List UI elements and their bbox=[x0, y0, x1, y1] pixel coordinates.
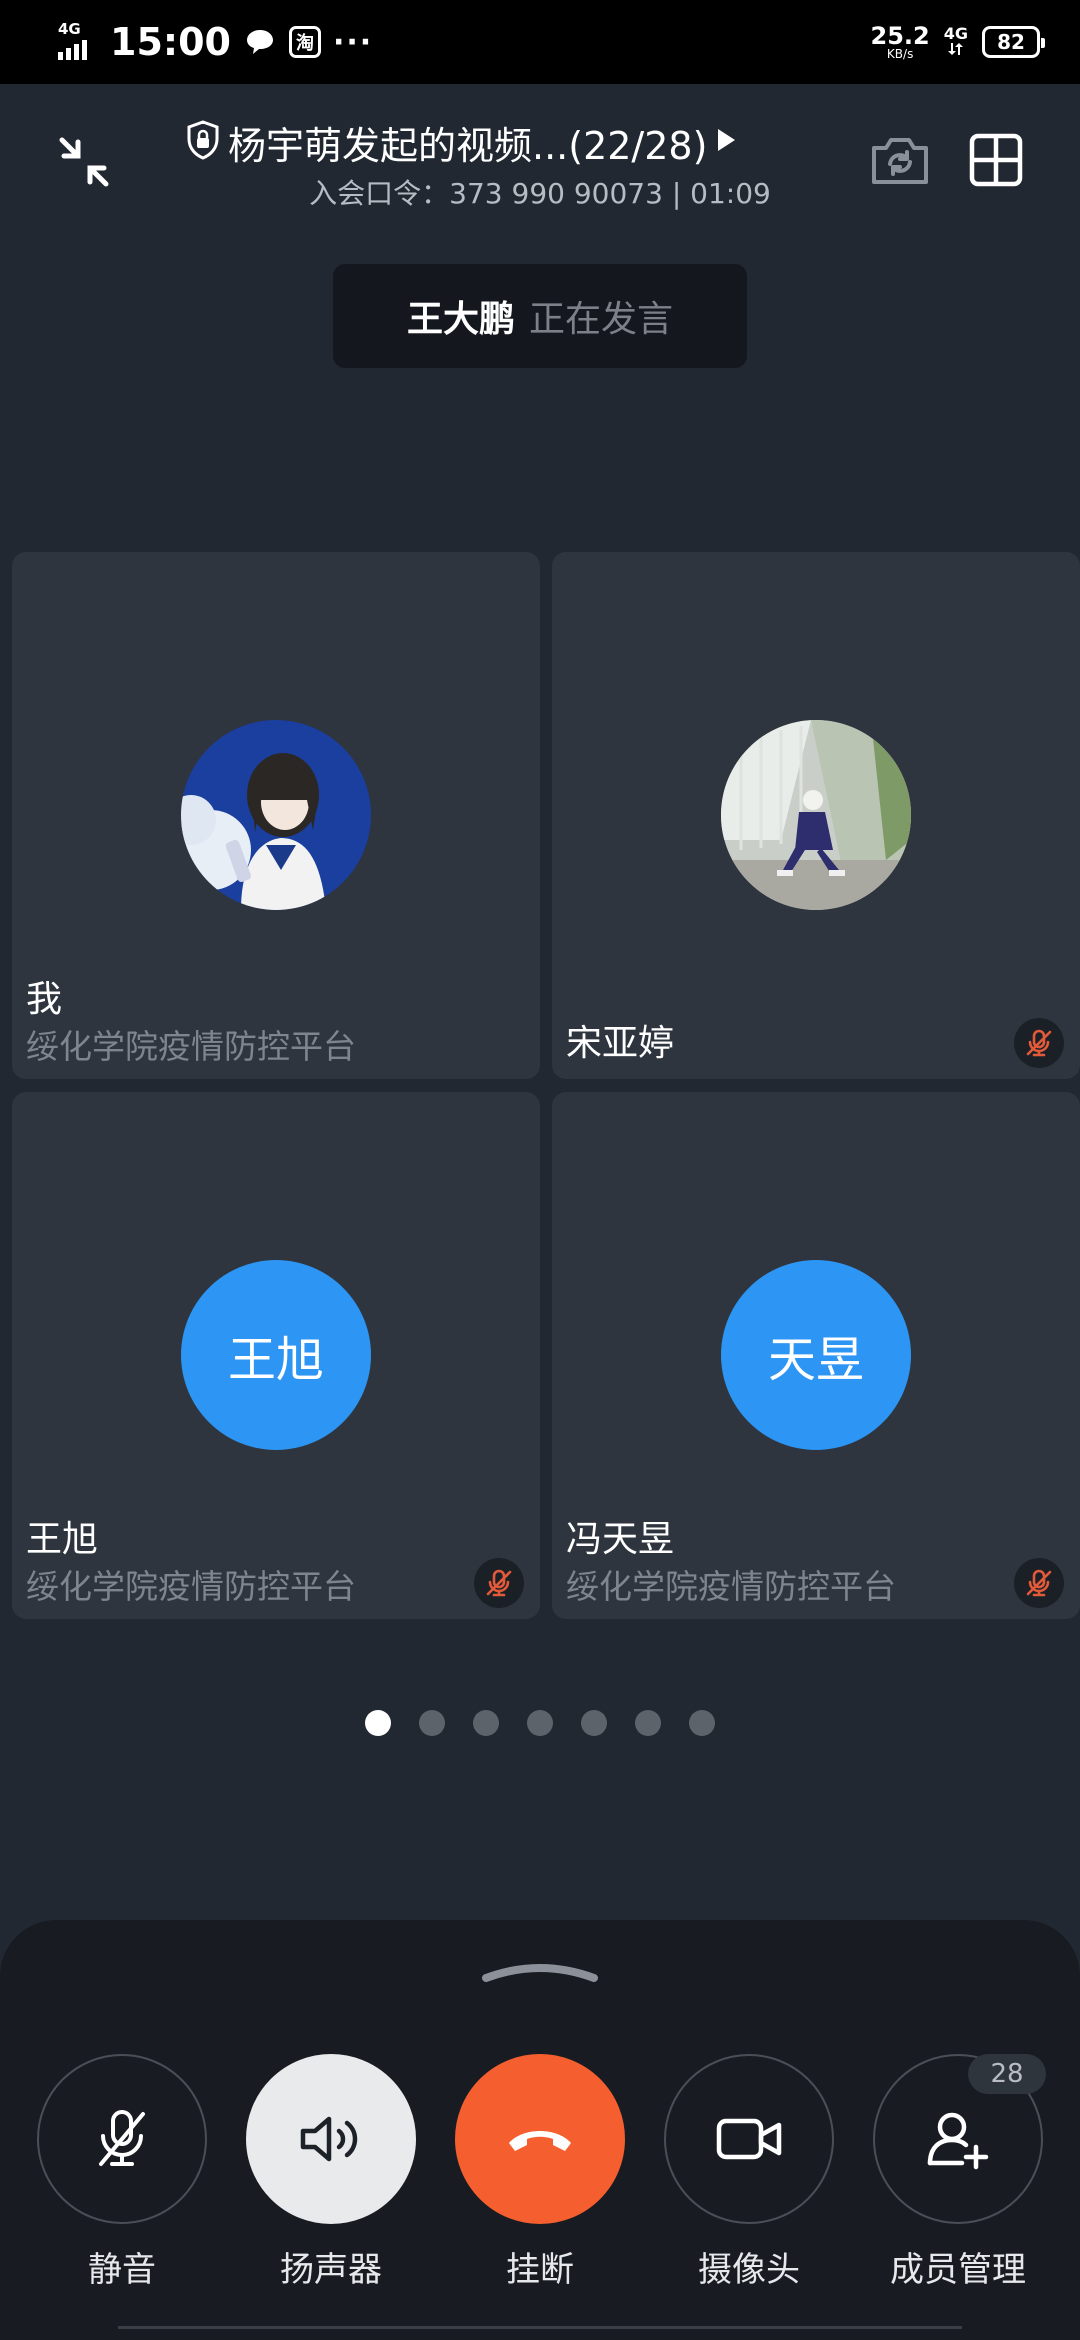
avatar: 王旭 bbox=[181, 1260, 371, 1450]
clock: 15:00 bbox=[110, 20, 231, 64]
page-dot[interactable] bbox=[689, 1710, 715, 1736]
speaker-icon bbox=[246, 2054, 416, 2224]
camera-button[interactable]: 摄像头 bbox=[664, 2054, 834, 2291]
active-speaker-banner: 王大鹏 正在发言 bbox=[333, 264, 747, 368]
grid-layout-icon[interactable] bbox=[964, 128, 1028, 192]
meeting-title: 杨宇萌发起的视频...(22/28) bbox=[228, 123, 708, 168]
mobile-data-icon: 4G bbox=[944, 26, 968, 58]
video-camera-icon bbox=[664, 2054, 834, 2224]
message-bubble-icon bbox=[243, 25, 277, 59]
participant-org: 绥化学院疫情防控平台 bbox=[566, 1567, 896, 1606]
participant-name: 宋亚婷 bbox=[566, 1023, 675, 1064]
mute-button[interactable]: 静音 bbox=[37, 2054, 207, 2291]
participant-name: 我 bbox=[26, 979, 63, 1020]
avatar bbox=[721, 720, 911, 910]
mic-muted-icon bbox=[474, 1558, 524, 1608]
battery-icon: 82 bbox=[982, 26, 1045, 58]
active-speaker-name: 王大鹏 bbox=[406, 299, 515, 340]
participant-org: 绥化学院疫情防控平台 bbox=[26, 1567, 356, 1606]
network-speed: 25.2 KB/s bbox=[870, 22, 930, 61]
camera-switch-icon[interactable] bbox=[868, 128, 932, 192]
status-bar: 4G 15:00 淘 ··· 25.2 KB/s 4G 82 bbox=[0, 0, 1080, 84]
participant-tile[interactable]: 宋亚婷 bbox=[552, 552, 1080, 1079]
page-dot[interactable] bbox=[581, 1710, 607, 1736]
participant-tile[interactable]: 王旭 王旭 绥化学院疫情防控平台 bbox=[12, 1092, 540, 1619]
home-indicator bbox=[118, 2326, 962, 2340]
speaker-button[interactable]: 扬声器 bbox=[246, 2054, 416, 2291]
page-dot-active[interactable] bbox=[365, 1710, 391, 1736]
more-notifications-icon: ··· bbox=[332, 24, 374, 60]
participant-name: 冯天昱 bbox=[566, 1519, 675, 1560]
page-dot[interactable] bbox=[527, 1710, 553, 1736]
participant-tile[interactable]: 天昱 冯天昱 绥化学院疫情防控平台 bbox=[552, 1092, 1080, 1619]
page-dot[interactable] bbox=[635, 1710, 661, 1736]
taobao-app-icon: 淘 bbox=[288, 26, 321, 58]
hangup-label: 挂断 bbox=[506, 2250, 574, 2290]
avatar: 天昱 bbox=[721, 1260, 911, 1450]
member-management-label: 成员管理 bbox=[890, 2250, 1026, 2290]
mute-label: 静音 bbox=[88, 2250, 156, 2290]
page-dot[interactable] bbox=[419, 1710, 445, 1736]
control-panel: 静音 扬声器 挂断 摄像头 成员管理 bbox=[0, 1920, 1080, 2340]
play-arrow-icon bbox=[715, 127, 737, 157]
meeting-title-row[interactable]: 杨宇萌发起的视频...(22/28) bbox=[186, 112, 826, 172]
camera-label: 摄像头 bbox=[698, 2250, 800, 2290]
cellular-signal-icon: 4G bbox=[58, 20, 98, 62]
participant-name: 王旭 bbox=[26, 1519, 99, 1560]
mic-muted-icon bbox=[1014, 1018, 1064, 1068]
page-indicator[interactable] bbox=[0, 1710, 1080, 1736]
participant-org: 绥化学院疫情防控平台 bbox=[26, 1027, 356, 1066]
active-speaker-status: 正在发言 bbox=[529, 299, 674, 340]
member-count-badge: 28 bbox=[968, 2054, 1046, 2094]
lock-shield-icon bbox=[186, 120, 220, 164]
hangup-icon bbox=[455, 2054, 625, 2224]
mic-off-icon bbox=[37, 2054, 207, 2224]
mic-muted-icon bbox=[1014, 1558, 1064, 1608]
speaker-label: 扬声器 bbox=[280, 2250, 382, 2290]
participant-tile-self[interactable]: 我 绥化学院疫情防控平台 bbox=[12, 552, 540, 1079]
expand-handle-icon[interactable] bbox=[480, 1956, 600, 1986]
hangup-button[interactable]: 挂断 bbox=[455, 2054, 625, 2291]
avatar bbox=[181, 720, 371, 910]
page-dot[interactable] bbox=[473, 1710, 499, 1736]
